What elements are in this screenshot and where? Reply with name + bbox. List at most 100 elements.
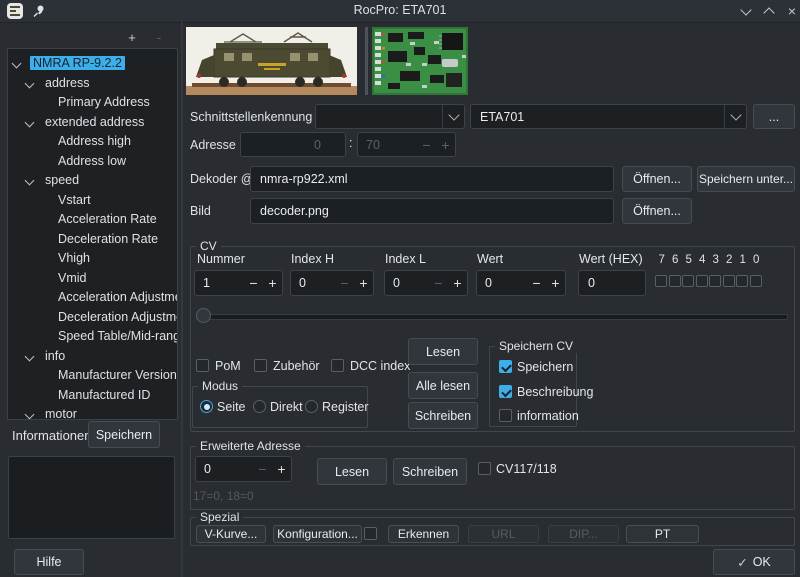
bit-checkbox[interactable] [750, 275, 762, 287]
bit-checkbox[interactable] [696, 275, 708, 287]
extended-write-button[interactable]: Schreiben [393, 458, 467, 485]
cv-read-all-button[interactable]: Alle lesen [408, 372, 478, 399]
cv-value-slider[interactable] [196, 308, 788, 324]
panel-splitter[interactable] [181, 22, 183, 577]
tree-item[interactable]: Address low [8, 152, 177, 171]
bit-checkbox[interactable] [723, 275, 735, 287]
cv-read-button[interactable]: Lesen [408, 338, 478, 365]
cv-wert-spinner[interactable]: 0 − + [476, 270, 566, 296]
address-spinner[interactable]: 0 [240, 132, 346, 157]
increment-button[interactable]: + [448, 275, 467, 291]
chevron-down-icon[interactable] [25, 78, 35, 88]
extended-read-button[interactable]: Lesen [317, 458, 387, 485]
info-save-button[interactable]: Speichern [88, 421, 160, 448]
pt-button[interactable]: PT [626, 525, 699, 543]
register-radio[interactable] [305, 400, 318, 413]
tree-item[interactable]: motor [8, 405, 177, 420]
tree-item[interactable]: Manufactured ID [8, 386, 177, 405]
tree-item[interactable]: info [8, 347, 177, 366]
information-checkbox[interactable] [499, 409, 512, 422]
increment-button[interactable]: + [272, 461, 291, 477]
decrement-button[interactable]: − [417, 137, 436, 153]
decoder-open-button[interactable]: Öffnen... [622, 166, 692, 192]
decrement-button[interactable]: − [253, 461, 272, 477]
tree-item[interactable]: speed [8, 171, 177, 190]
tree-item[interactable]: Vhigh [8, 249, 177, 268]
v-kurve-button[interactable]: V-Kurve... [196, 525, 266, 543]
tree-item[interactable]: Vmid [8, 269, 177, 288]
beschreibung-checkbox[interactable] [499, 385, 512, 398]
shade-icon[interactable] [738, 4, 754, 18]
decrement-button[interactable]: − [335, 275, 354, 291]
decoder-file-input[interactable]: nmra-rp922.xml [250, 166, 614, 192]
decoder-combobox[interactable]: ETA701 [470, 104, 747, 129]
more-button[interactable]: ... [753, 104, 795, 129]
tree-item[interactable]: Acceleration Rate [8, 210, 177, 229]
close-icon[interactable]: × [784, 4, 800, 18]
cv-nummer-spinner[interactable]: 1 − + [194, 270, 283, 296]
help-button[interactable]: Hilfe [14, 549, 84, 575]
cv-tree[interactable]: NMRA RP-9.2.2addressPrimary Addressexten… [7, 48, 178, 420]
pom-checkbox[interactable] [196, 359, 209, 372]
tree-item-label: Speed Table/Mid-range [58, 329, 178, 343]
chevron-down-icon[interactable] [724, 105, 746, 128]
decoder-save-as-button[interactable]: Speichern unter... [697, 166, 795, 192]
cv-index-l-spinner[interactable]: 0 − + [384, 270, 468, 296]
bit-checkbox[interactable] [669, 275, 681, 287]
slider-track[interactable] [196, 314, 788, 320]
chevron-down-icon[interactable] [25, 117, 35, 127]
address-range-spinner[interactable]: 70 − + [357, 132, 456, 157]
tree-item[interactable]: Manufacturer Version [8, 366, 177, 385]
increment-button[interactable]: + [354, 275, 373, 291]
tree-item[interactable]: extended address [8, 113, 177, 132]
cv117-118-checkbox[interactable] [478, 462, 491, 475]
erkennen-button[interactable]: Erkennen [388, 525, 459, 543]
konfiguration-button[interactable]: Konfiguration... [273, 525, 362, 543]
cv-col-wert: Wert [477, 252, 503, 266]
bit-checkbox[interactable] [682, 275, 694, 287]
konfiguration-checkbox[interactable] [364, 527, 377, 540]
tree-collapse-button[interactable]: - [151, 31, 167, 45]
increment-button[interactable]: + [263, 275, 282, 291]
seite-radio[interactable] [200, 400, 213, 413]
tree-item[interactable]: Primary Address [8, 93, 177, 112]
tree-item[interactable]: Vstart [8, 191, 177, 210]
decrement-button[interactable]: − [527, 275, 546, 291]
speichern-checkbox[interactable] [499, 360, 512, 373]
ok-button[interactable]: ✓ OK [713, 549, 795, 575]
bit-checkbox[interactable] [709, 275, 721, 287]
image-splitter-handle[interactable] [365, 27, 368, 95]
tree-item[interactable]: Acceleration Adjustment [8, 288, 177, 307]
tree-item[interactable]: Speed Table/Mid-range [8, 327, 177, 346]
tree-item[interactable]: Address high [8, 132, 177, 151]
tree-item[interactable]: NMRA RP-9.2.2 [8, 54, 177, 73]
decrement-button[interactable]: − [429, 275, 448, 291]
image-open-button[interactable]: Öffnen... [622, 198, 692, 224]
direkt-radio[interactable] [253, 400, 266, 413]
bit-checkbox[interactable] [655, 275, 667, 287]
slider-handle[interactable] [196, 308, 211, 323]
tree-expand-button[interactable]: + [124, 31, 140, 45]
interface-combobox[interactable] [315, 104, 465, 129]
tree-item[interactable]: Deceleration Rate [8, 230, 177, 249]
cv-write-button[interactable]: Schreiben [408, 402, 478, 429]
chevron-down-icon[interactable] [25, 176, 35, 186]
tree-item[interactable]: address [8, 74, 177, 93]
chevron-down-icon[interactable] [25, 410, 35, 420]
dcc-index-checkbox[interactable] [331, 359, 344, 372]
chevron-down-icon[interactable] [442, 105, 464, 128]
bit-checkbox[interactable] [736, 275, 748, 287]
increment-button[interactable]: + [436, 137, 455, 153]
maximize-icon[interactable] [761, 4, 777, 18]
informationen-textarea[interactable] [8, 456, 175, 539]
extended-address-spinner[interactable]: 0 − + [195, 456, 292, 482]
image-file-input[interactable]: decoder.png [250, 198, 614, 224]
cv-wert-hex-input[interactable]: 0 [578, 270, 646, 296]
zubehoer-checkbox[interactable] [254, 359, 267, 372]
decrement-button[interactable]: − [244, 275, 263, 291]
tree-item[interactable]: Deceleration Adjustment [8, 308, 177, 327]
chevron-down-icon[interactable] [25, 351, 35, 361]
chevron-down-icon[interactable] [12, 59, 22, 69]
cv-index-h-spinner[interactable]: 0 − + [290, 270, 374, 296]
increment-button[interactable]: + [546, 275, 565, 291]
